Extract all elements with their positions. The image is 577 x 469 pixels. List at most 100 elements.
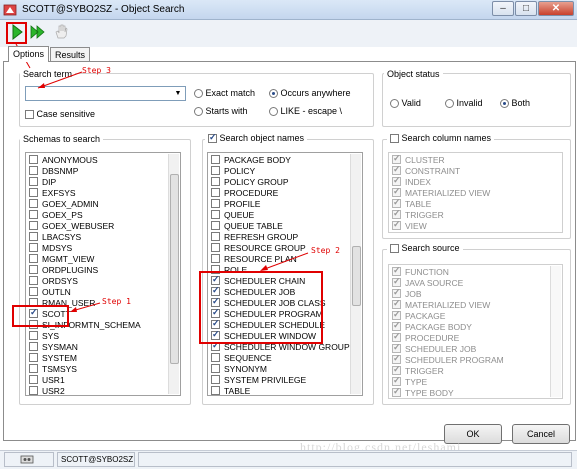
- invalid-radio-dot[interactable]: [445, 99, 454, 109]
- exact-match-radio-dot[interactable]: [194, 89, 203, 99]
- list-item-checkbox[interactable]: [211, 177, 220, 187]
- like-escape-radio-dot[interactable]: [269, 107, 278, 117]
- list-item[interactable]: PACKAGE BODY: [208, 155, 291, 166]
- list-item[interactable]: ORDSYS: [26, 276, 78, 287]
- list-item[interactable]: EXFSYS: [26, 188, 76, 199]
- invalid-radio[interactable]: Invalid: [445, 98, 483, 109]
- list-item-checkbox[interactable]: [211, 221, 220, 231]
- list-item-checkbox[interactable]: [29, 265, 38, 275]
- list-item-checkbox[interactable]: [211, 166, 220, 176]
- valid-radio[interactable]: Valid: [390, 98, 421, 109]
- list-item-checkbox[interactable]: [29, 188, 38, 198]
- list-item[interactable]: SYS: [26, 331, 59, 342]
- list-item[interactable]: SYSTEM: [26, 353, 77, 364]
- maximize-button[interactable]: □: [515, 1, 537, 16]
- object-names-scrollbar[interactable]: [350, 154, 361, 394]
- starts-with-radio[interactable]: Starts with: [194, 106, 248, 117]
- tab-results[interactable]: Results: [50, 47, 91, 62]
- list-item[interactable]: MDSYS: [26, 243, 72, 254]
- chevron-down-icon[interactable]: ▼: [172, 88, 184, 99]
- object-names-header[interactable]: Search object names: [205, 132, 308, 144]
- list-item-checkbox[interactable]: [211, 254, 220, 264]
- list-item[interactable]: SEQUENCE: [208, 353, 272, 364]
- list-item-checkbox[interactable]: [211, 199, 220, 209]
- schemas-scrollbar[interactable]: [168, 154, 179, 394]
- list-item-checkbox[interactable]: [29, 243, 38, 253]
- list-item-checkbox[interactable]: [211, 353, 220, 363]
- minimize-button[interactable]: –: [492, 1, 514, 16]
- list-item-checkbox[interactable]: [211, 375, 220, 385]
- list-item[interactable]: SYSMAN: [26, 342, 78, 353]
- list-item[interactable]: TSMSYS: [26, 364, 77, 375]
- list-item[interactable]: POLICY GROUP: [208, 177, 289, 188]
- list-item[interactable]: MGMT_VIEW: [26, 254, 94, 265]
- list-item-checkbox[interactable]: [29, 177, 38, 187]
- run-icon[interactable]: [9, 23, 25, 41]
- list-item-checkbox[interactable]: [211, 243, 220, 253]
- list-item-checkbox[interactable]: [211, 364, 220, 374]
- list-item-checkbox[interactable]: [29, 375, 38, 385]
- like-escape-radio[interactable]: LIKE - escape \: [269, 106, 342, 117]
- list-item-checkbox[interactable]: [29, 287, 38, 297]
- hand-icon[interactable]: [53, 23, 69, 41]
- starts-with-radio-dot[interactable]: [194, 107, 203, 117]
- occurs-anywhere-radio[interactable]: Occurs anywhere: [269, 88, 351, 99]
- list-item-checkbox[interactable]: [211, 155, 220, 165]
- list-item-checkbox[interactable]: [29, 276, 38, 286]
- list-item-checkbox[interactable]: [29, 210, 38, 220]
- list-item[interactable]: ORDPLUGINS: [26, 265, 98, 276]
- list-item[interactable]: USR1: [26, 375, 65, 386]
- both-radio-dot[interactable]: [500, 99, 509, 109]
- list-item[interactable]: SYNONYM: [208, 364, 267, 375]
- list-item-checkbox[interactable]: [29, 331, 38, 341]
- occurs-anywhere-radio-dot[interactable]: [269, 89, 278, 99]
- column-names-header[interactable]: Search column names: [387, 133, 495, 144]
- list-item-checkbox[interactable]: [29, 364, 38, 374]
- search-source-header[interactable]: Search source: [387, 243, 463, 254]
- list-item[interactable]: QUEUE TABLE: [208, 221, 283, 232]
- case-sensitive-check-box[interactable]: [25, 110, 34, 120]
- list-item-checkbox[interactable]: [211, 188, 220, 198]
- list-item-checkbox[interactable]: [211, 232, 220, 242]
- list-item[interactable]: GOEX_WEBUSER: [26, 221, 114, 232]
- list-item[interactable]: DBSNMP: [26, 166, 78, 177]
- both-radio[interactable]: Both: [500, 98, 530, 109]
- list-item-checkbox[interactable]: [29, 254, 38, 264]
- schemas-scroll-thumb[interactable]: [170, 174, 179, 364]
- cancel-button[interactable]: Cancel: [512, 424, 570, 444]
- case-sensitive-checkbox[interactable]: Case sensitive: [25, 109, 95, 120]
- list-item-checkbox[interactable]: [29, 353, 38, 363]
- list-item[interactable]: GOEX_ADMIN: [26, 199, 99, 210]
- list-item-checkbox[interactable]: [29, 221, 38, 231]
- list-item-checkbox[interactable]: [29, 199, 38, 209]
- tab-options[interactable]: Options: [8, 46, 50, 62]
- list-item[interactable]: QUEUE: [208, 210, 254, 221]
- list-item-checkbox[interactable]: [211, 386, 220, 395]
- list-item[interactable]: SYSTEM PRIVILEGE: [208, 375, 306, 386]
- list-item-checkbox[interactable]: [29, 386, 38, 395]
- list-item-checkbox[interactable]: [29, 155, 38, 165]
- list-item[interactable]: PROCEDURE: [208, 188, 278, 199]
- list-item[interactable]: USR2: [26, 386, 65, 395]
- list-item[interactable]: LBACSYS: [26, 232, 81, 243]
- list-item[interactable]: OUTLN: [26, 287, 71, 298]
- list-item[interactable]: POLICY: [208, 166, 255, 177]
- exact-match-radio[interactable]: Exact match: [194, 88, 255, 99]
- run-all-icon[interactable]: [29, 23, 47, 41]
- object-names-checkbox[interactable]: [208, 132, 217, 144]
- search-source-checkbox[interactable]: [390, 244, 399, 254]
- list-item[interactable]: PROFILE: [208, 199, 260, 210]
- close-button[interactable]: ✕: [538, 1, 574, 16]
- list-item[interactable]: DIP: [26, 177, 56, 188]
- list-item[interactable]: TABLE: [208, 386, 250, 395]
- list-item-checkbox[interactable]: [29, 166, 38, 176]
- list-item-checkbox[interactable]: [211, 210, 220, 220]
- list-item[interactable]: ANONYMOUS: [26, 155, 98, 166]
- schemas-list[interactable]: ANONYMOUS DBSNMP DIP EXFSYS GOEX_ADMIN GOEX_P…: [25, 152, 181, 396]
- valid-radio-dot[interactable]: [390, 99, 399, 109]
- list-item-checkbox[interactable]: [29, 342, 38, 352]
- list-item-checkbox[interactable]: [29, 232, 38, 242]
- object-names-scroll-thumb[interactable]: [352, 246, 361, 306]
- column-names-checkbox[interactable]: [390, 134, 399, 144]
- list-item[interactable]: GOEX_PS: [26, 210, 83, 221]
